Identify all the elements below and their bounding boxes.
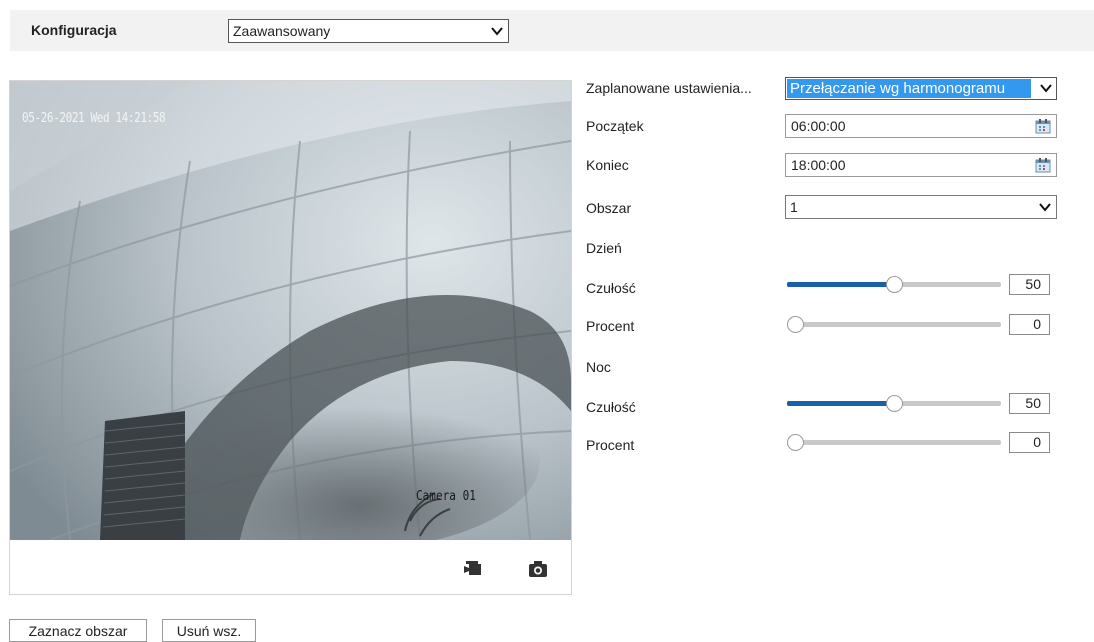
day-sensitivity-slider[interactable] — [785, 274, 1001, 294]
video-frame-image — [10, 81, 571, 540]
night-section-label: Noc — [586, 359, 611, 375]
video-record-icon[interactable] — [463, 560, 485, 578]
mark-area-button[interactable]: Zaznacz obszar — [9, 619, 147, 642]
day-percent-slider[interactable] — [785, 314, 1001, 334]
chevron-down-icon — [1039, 203, 1051, 212]
config-mode-select[interactable]: Zaawansowany — [228, 19, 509, 43]
calendar-icon[interactable] — [1035, 118, 1051, 134]
end-time-input[interactable]: 18:00:00 — [785, 153, 1057, 177]
schedule-value: Przełączanie wg harmonogramu — [787, 79, 1031, 98]
camera-snapshot-icon[interactable] — [527, 560, 549, 578]
start-time-input[interactable]: 06:00:00 — [785, 114, 1057, 138]
slider-thumb[interactable] — [885, 395, 903, 412]
calendar-icon[interactable] — [1035, 157, 1051, 173]
video-toolbar — [10, 540, 571, 594]
area-select[interactable]: 1 — [785, 195, 1057, 219]
night-sensitivity-slider[interactable] — [785, 393, 1001, 413]
osd-timestamp: 05-26-2021 Wed 14:21:58 — [22, 111, 166, 126]
config-label: Konfiguracja — [31, 22, 117, 38]
day-sensitivity-label: Czułość — [586, 280, 636, 296]
night-sensitivity-label: Czułość — [586, 399, 636, 415]
day-section-label: Dzień — [586, 240, 622, 256]
night-percent-label: Procent — [586, 437, 635, 453]
chevron-down-icon — [1040, 84, 1052, 93]
slider-track — [787, 440, 1001, 445]
end-time-value: 18:00:00 — [791, 157, 846, 173]
day-sensitivity-value[interactable]: 50 — [1009, 274, 1050, 295]
slider-thumb[interactable] — [787, 434, 804, 451]
area-value: 1 — [790, 199, 798, 215]
night-sensitivity-value[interactable]: 50 — [1009, 393, 1050, 414]
slider-thumb[interactable] — [885, 276, 903, 293]
start-label: Początek — [586, 118, 644, 134]
chevron-down-icon — [491, 27, 503, 36]
day-percent-value[interactable]: 0 — [1009, 314, 1050, 335]
slider-fill — [787, 282, 894, 287]
schedule-select[interactable]: Przełączanie wg harmonogramu — [785, 77, 1057, 100]
area-label: Obszar — [586, 200, 632, 216]
slider-thumb[interactable] — [787, 316, 804, 333]
night-percent-value[interactable]: 0 — [1009, 432, 1050, 453]
osd-camera-name: Camera 01 — [416, 489, 476, 504]
slider-fill — [787, 401, 894, 406]
live-video[interactable]: 05-26-2021 Wed 14:21:58 Camera 01 — [10, 81, 571, 540]
video-preview-panel: 05-26-2021 Wed 14:21:58 Camera 01 — [9, 80, 572, 595]
config-bar: Konfiguracja Zaawansowany — [10, 10, 1094, 51]
slider-track — [787, 322, 1001, 327]
day-percent-label: Procent — [586, 318, 635, 334]
start-time-value: 06:00:00 — [791, 118, 846, 134]
night-percent-slider[interactable] — [785, 432, 1001, 452]
config-mode-value: Zaawansowany — [233, 23, 331, 39]
end-label: Koniec — [586, 157, 629, 173]
clear-all-button[interactable]: Usuń wsz. — [162, 619, 256, 642]
schedule-label: Zaplanowane ustawienia... — [586, 80, 752, 96]
